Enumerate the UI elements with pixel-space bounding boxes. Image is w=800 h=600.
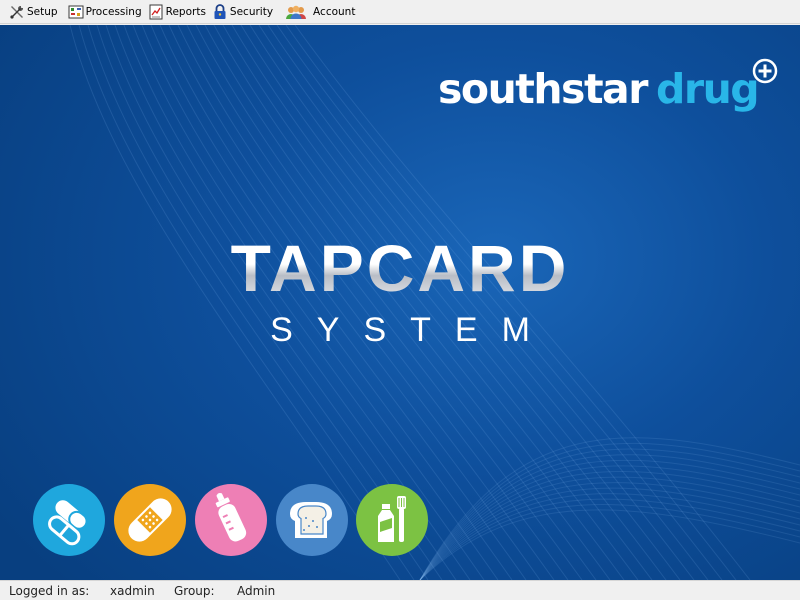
toothpaste-brush-icon xyxy=(356,484,428,556)
menu-bar: Setup Processing Reports Security Accoun… xyxy=(0,0,800,24)
menu-reports[interactable]: Reports xyxy=(145,1,209,23)
app-title: TAPCARD xyxy=(0,230,800,306)
pills-icon xyxy=(33,484,105,556)
brand-logo: southstar drug xyxy=(438,57,788,127)
users-icon xyxy=(286,5,307,19)
menu-security-label: Security xyxy=(229,5,274,18)
menu-security[interactable]: Security xyxy=(209,1,276,23)
plus-icon xyxy=(752,58,778,84)
baby-bottle-icon xyxy=(195,484,267,556)
logged-in-user: xadmin xyxy=(110,583,155,598)
bread-category xyxy=(276,484,348,556)
brand-secondary-text: drug xyxy=(656,65,760,113)
processing-icon xyxy=(68,5,84,18)
app-subtitle: SYSTEM xyxy=(270,311,554,349)
status-bar: Logged in as: xadmin Group: Admin xyxy=(0,580,800,600)
bandage-category xyxy=(114,484,186,556)
splash-screen: southstar drug TAPCARD SYSTEM xyxy=(0,25,800,580)
baby-bottle-category xyxy=(195,484,267,556)
tools-icon xyxy=(10,5,24,19)
report-icon xyxy=(149,4,163,19)
bread-icon xyxy=(276,484,348,556)
group-label: Group: xyxy=(174,583,215,598)
menu-account-label: Account xyxy=(313,5,356,18)
bandage-icon xyxy=(114,484,186,556)
menu-account[interactable]: Account xyxy=(282,1,358,23)
group-value: Admin xyxy=(237,583,276,598)
menu-processing[interactable]: Processing xyxy=(65,1,145,23)
logged-in-label: Logged in as: xyxy=(9,583,90,598)
pills-category xyxy=(33,484,105,556)
menu-setup[interactable]: Setup xyxy=(6,1,61,23)
brand-primary-text: southstar xyxy=(438,65,648,113)
toothpaste-category xyxy=(356,484,428,556)
menu-reports-label: Reports xyxy=(165,5,206,18)
lock-icon xyxy=(214,3,226,19)
menu-processing-label: Processing xyxy=(85,5,142,18)
menu-setup-label: Setup xyxy=(27,5,58,18)
